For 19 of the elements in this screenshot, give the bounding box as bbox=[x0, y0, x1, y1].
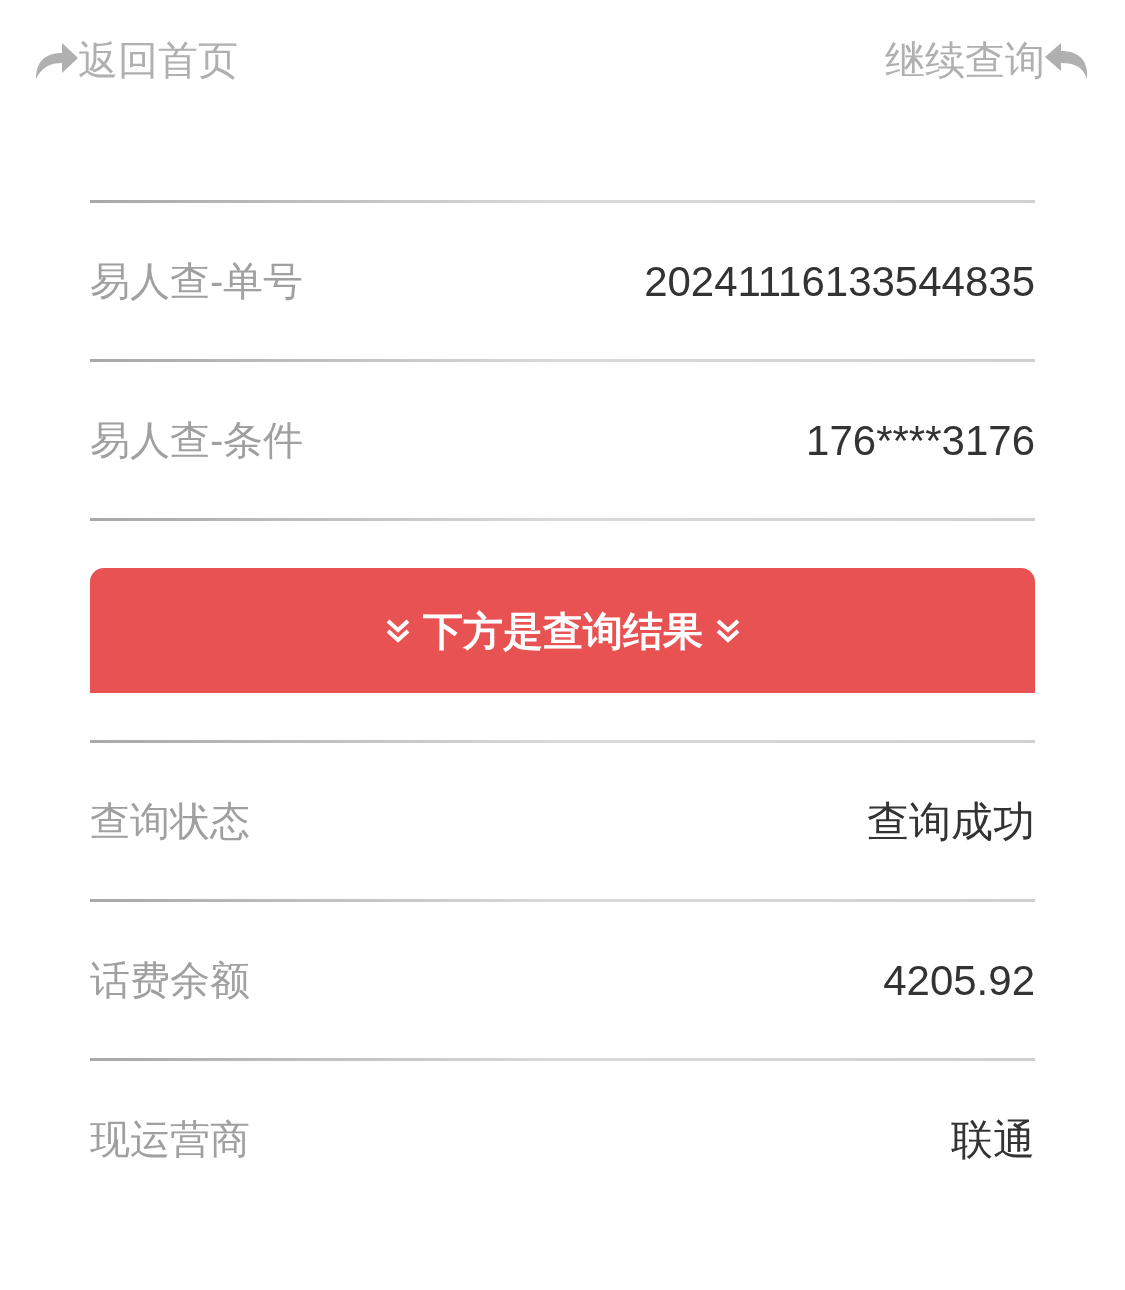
row-label: 查询状态 bbox=[90, 798, 250, 845]
row-label: 现运营商 bbox=[90, 1116, 250, 1163]
continue-query-text: 继续查询 bbox=[885, 37, 1045, 84]
continue-query-link[interactable]: 继续查询 bbox=[885, 30, 1089, 90]
row-value: 176****3176 bbox=[806, 415, 1035, 466]
chevron-down-icon bbox=[714, 617, 741, 644]
row-label: 话费余额 bbox=[90, 957, 250, 1004]
chevron-down-icon bbox=[384, 617, 411, 644]
row-value: 20241116133544835 bbox=[644, 256, 1035, 307]
row-label: 易人查-条件 bbox=[90, 417, 304, 464]
row-value: 查询成功 bbox=[867, 796, 1035, 847]
forward-arrow-icon bbox=[36, 41, 78, 79]
reply-arrow-icon bbox=[1045, 41, 1089, 79]
back-home-text: 返回首页 bbox=[78, 37, 238, 84]
row-value: 4205.92 bbox=[883, 955, 1035, 1006]
banner-text: 下方是查询结果 bbox=[422, 607, 703, 655]
back-home-link[interactable]: 返回首页 bbox=[36, 30, 238, 90]
row-label: 易人查-单号 bbox=[90, 258, 304, 305]
row-value: 联通 bbox=[951, 1114, 1035, 1165]
